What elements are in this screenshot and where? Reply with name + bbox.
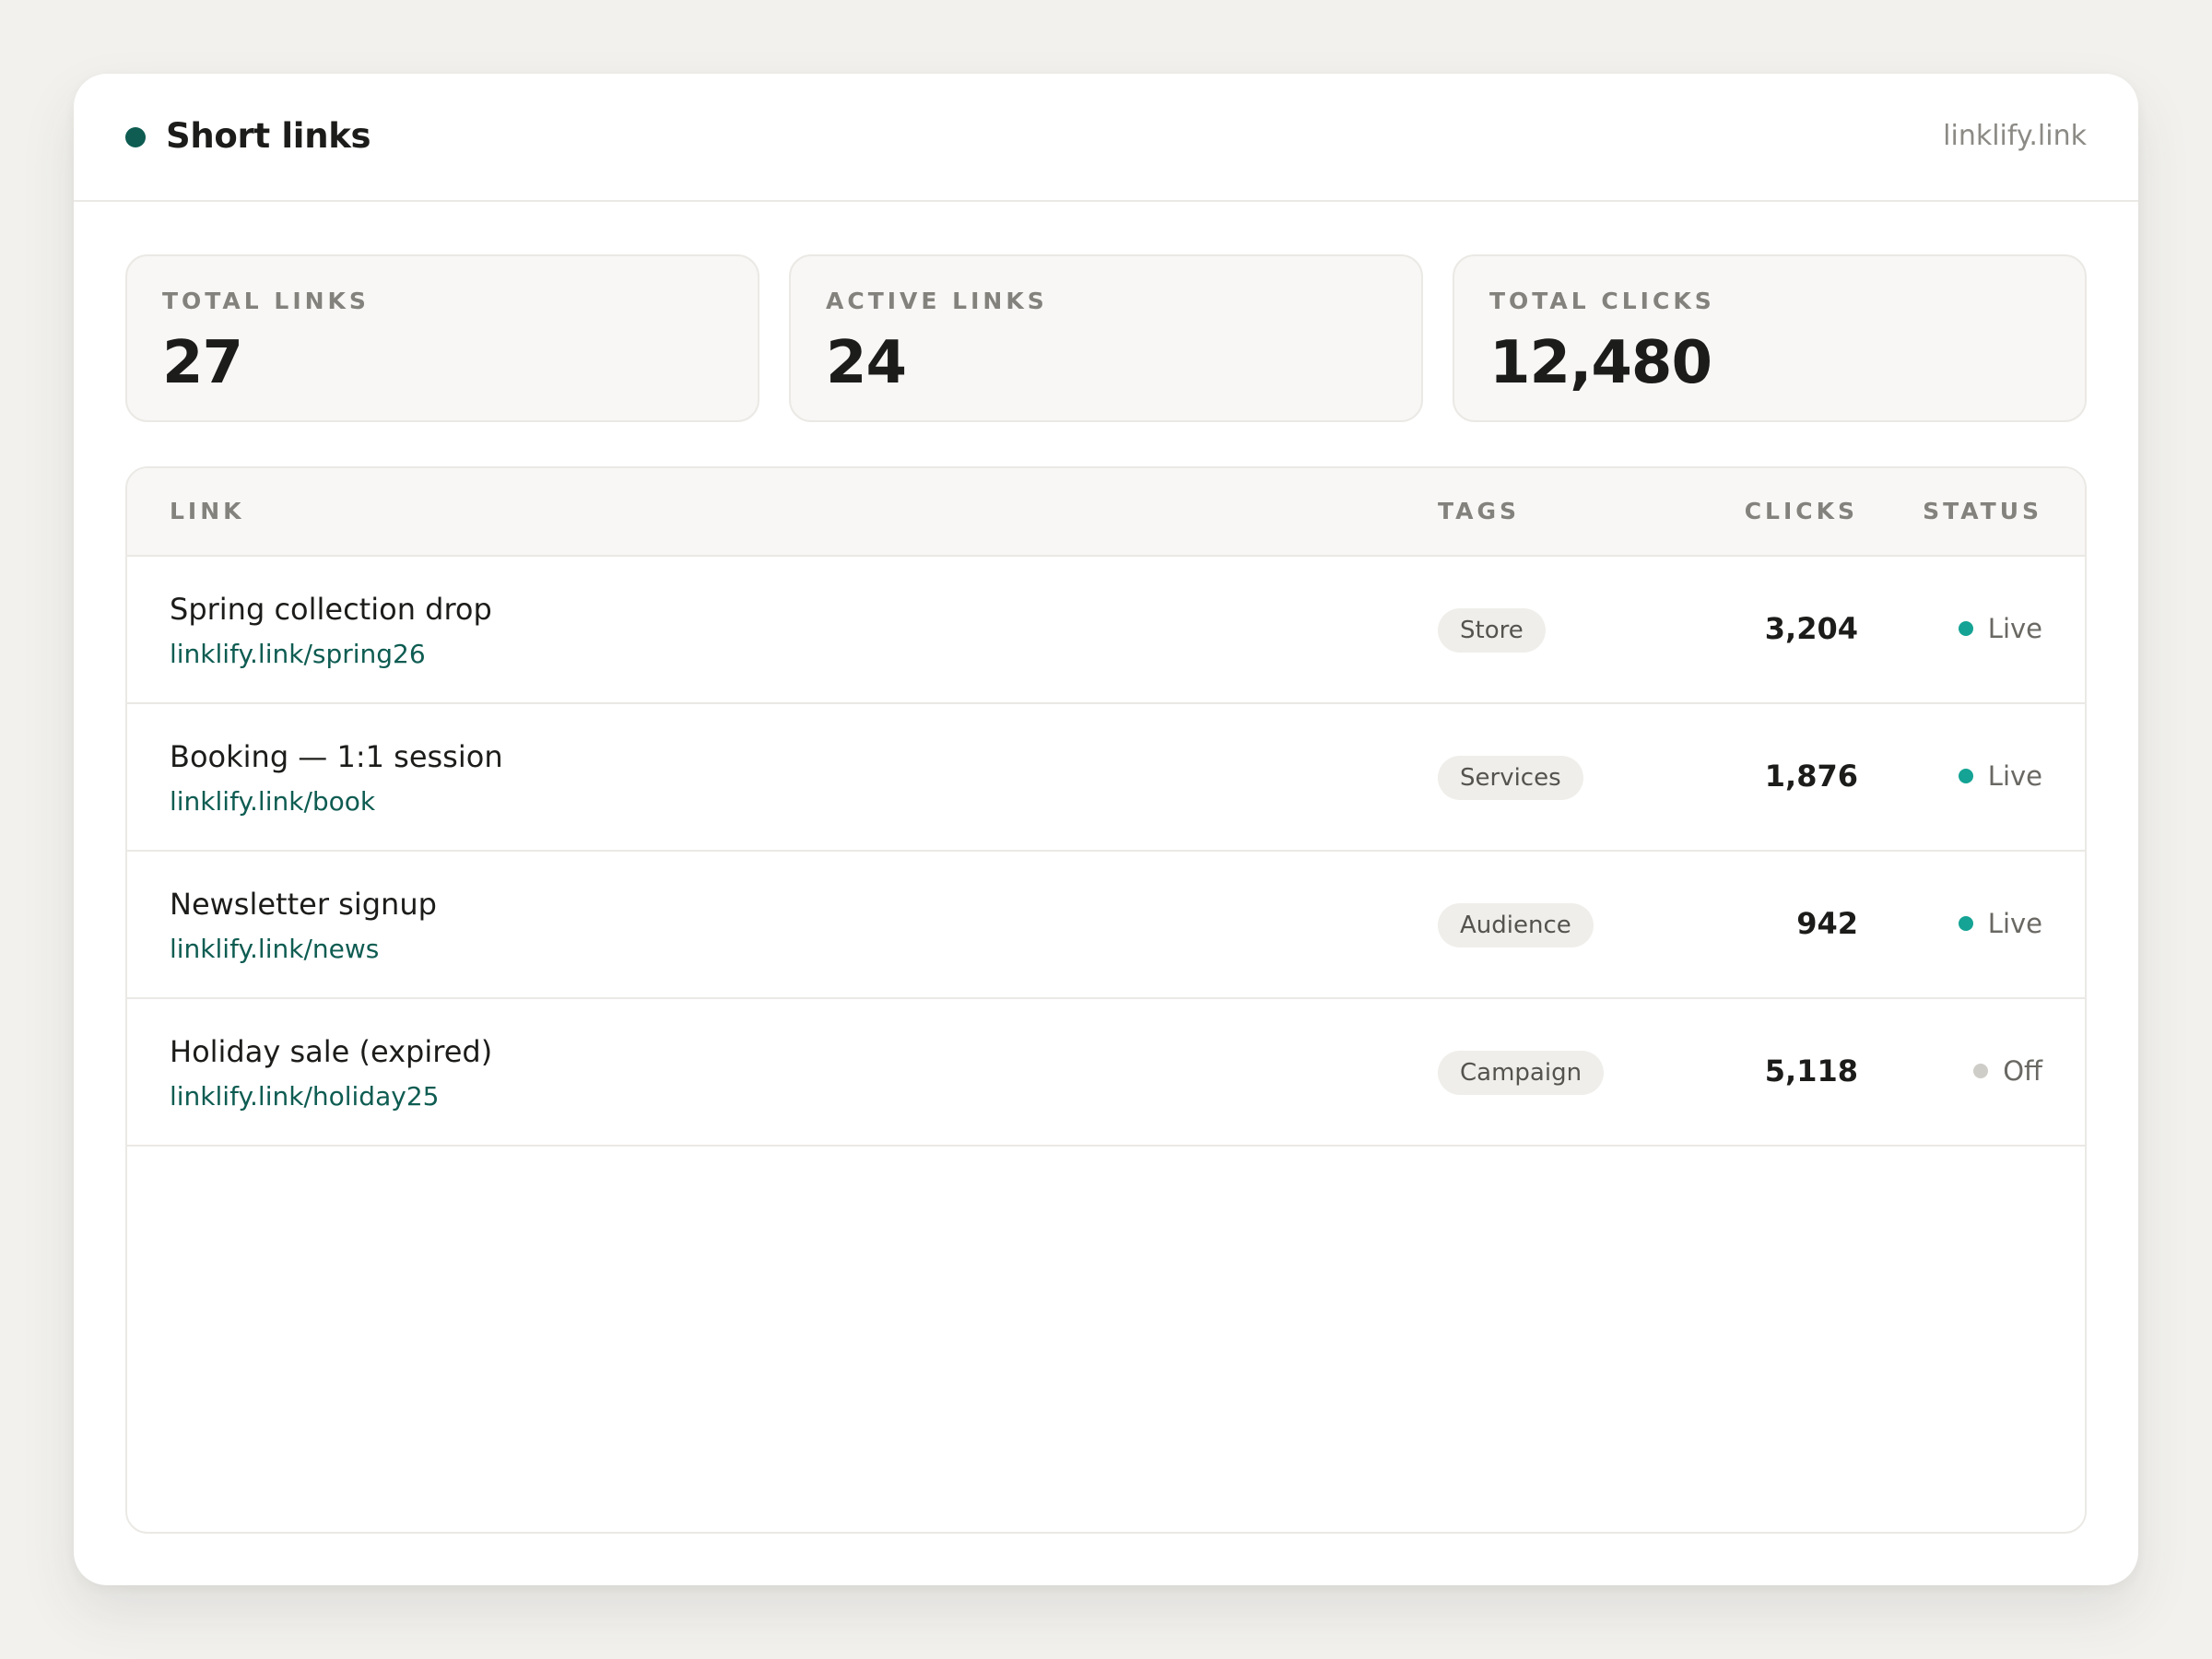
clicks-count: 942 xyxy=(1796,906,1858,941)
column-header-link[interactable]: LINK xyxy=(170,496,245,527)
status-indicator: Live xyxy=(1958,905,2042,942)
clicks-count: 5,118 xyxy=(1764,1053,1858,1088)
stat-value: 24 xyxy=(826,329,907,397)
stats-row: TOTAL LINKS 27 ACTIVE LINKS 24 TOTAL CLI… xyxy=(125,254,2087,422)
status-dot-icon xyxy=(1973,1064,1989,1078)
short-url-link[interactable]: linklify.link/book xyxy=(170,785,375,818)
link-title[interactable]: Spring collection drop xyxy=(170,590,492,629)
status-dot-icon xyxy=(1958,621,1973,636)
clicks-count: 1,876 xyxy=(1764,759,1858,794)
column-header-status[interactable]: STATUS xyxy=(1923,496,2042,527)
table-header: LINK TAGS CLICKS STATUS xyxy=(127,468,2085,557)
short-url-link[interactable]: linklify.link/spring26 xyxy=(170,638,426,671)
status-label: Live xyxy=(1987,908,2042,939)
table-row[interactable]: Holiday sale (expired) linklify.link/hol… xyxy=(127,999,2085,1147)
card-header: Short links linklify.link xyxy=(74,74,2138,202)
status-dot-icon xyxy=(1958,916,1973,931)
status-dot-icon xyxy=(1958,769,1973,783)
links-table: LINK TAGS CLICKS STATUS Spring collectio… xyxy=(125,466,2087,1534)
status-label: Off xyxy=(2003,1055,2042,1087)
stat-value: 27 xyxy=(162,329,243,397)
status-label: Live xyxy=(1987,760,2042,792)
stat-label: TOTAL CLICKS xyxy=(1489,288,1715,314)
short-links-card: Short links linklify.link TOTAL LINKS 27… xyxy=(74,74,2138,1585)
table-row[interactable]: Booking — 1:1 session linklify.link/book… xyxy=(127,704,2085,852)
stat-card-active-links: ACTIVE LINKS 24 xyxy=(789,254,1423,422)
tag-badge[interactable]: Store xyxy=(1438,608,1546,653)
status-indicator: Live xyxy=(1958,758,2042,794)
table-row[interactable]: Spring collection drop linklify.link/spr… xyxy=(127,557,2085,704)
page-title: Short links xyxy=(166,116,371,156)
domain-label: linklify.link xyxy=(1943,120,2087,152)
brand-dot-icon xyxy=(125,127,146,147)
tag-badge[interactable]: Services xyxy=(1438,756,1583,800)
short-url-link[interactable]: linklify.link/holiday25 xyxy=(170,1080,439,1113)
stat-label: ACTIVE LINKS xyxy=(826,288,1048,314)
tag-badge[interactable]: Campaign xyxy=(1438,1051,1605,1095)
link-title[interactable]: Holiday sale (expired) xyxy=(170,1032,492,1071)
status-indicator: Live xyxy=(1958,610,2042,647)
status-label: Live xyxy=(1987,613,2042,644)
status-indicator: Off xyxy=(1973,1053,2042,1089)
link-title[interactable]: Newsletter signup xyxy=(170,885,437,924)
column-header-clicks[interactable]: CLICKS xyxy=(1745,496,1858,527)
tag-badge[interactable]: Audience xyxy=(1438,903,1594,947)
stat-card-total-clicks: TOTAL CLICKS 12,480 xyxy=(1453,254,2087,422)
stat-card-total-links: TOTAL LINKS 27 xyxy=(125,254,759,422)
link-title[interactable]: Booking — 1:1 session xyxy=(170,737,503,776)
clicks-count: 3,204 xyxy=(1764,611,1858,646)
stat-label: TOTAL LINKS xyxy=(162,288,370,314)
stat-value: 12,480 xyxy=(1489,329,1712,397)
short-url-link[interactable]: linklify.link/news xyxy=(170,933,379,966)
column-header-tags[interactable]: TAGS xyxy=(1438,496,1520,527)
table-row[interactable]: Newsletter signup linklify.link/news Aud… xyxy=(127,852,2085,999)
